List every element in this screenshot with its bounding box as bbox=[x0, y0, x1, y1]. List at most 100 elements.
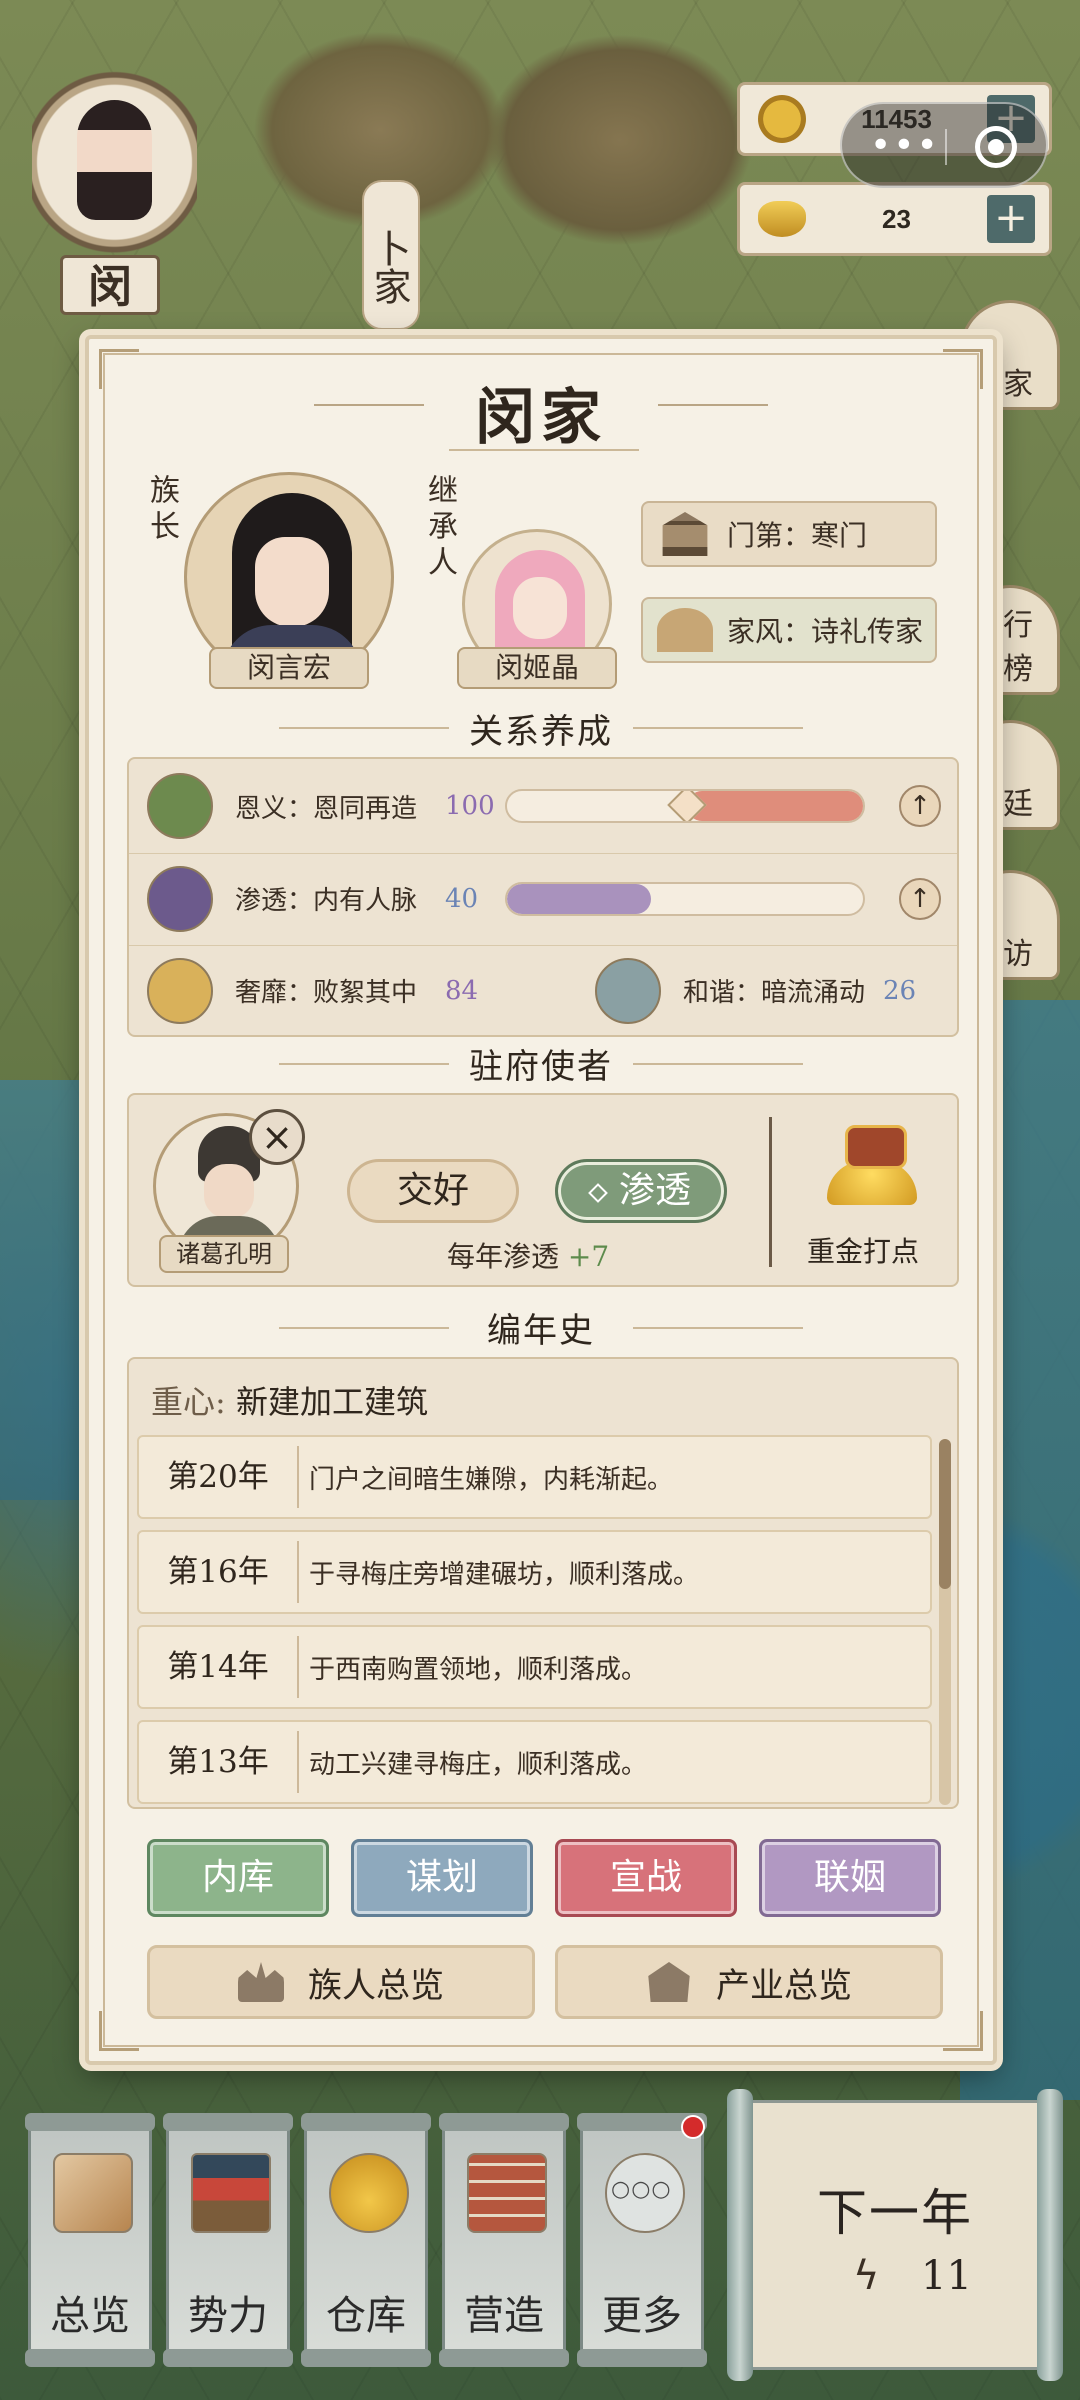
side-button-label: 家 bbox=[1003, 367, 1033, 402]
close-miniprogram-icon[interactable] bbox=[975, 126, 1017, 168]
chronicle-year: 第20年 bbox=[139, 1446, 299, 1508]
shop-icon bbox=[648, 1962, 690, 2002]
gold-ingot-icon bbox=[758, 201, 806, 237]
bricks-trowel-icon bbox=[467, 2153, 547, 2233]
focus-key: 重心: bbox=[151, 1383, 226, 1421]
chronicle-scrollbar[interactable] bbox=[939, 1439, 951, 1805]
nav-overview[interactable]: 总览 bbox=[25, 2113, 155, 2367]
chronicle-box: 重心: 新建加工建筑 第20年 门户之间暗生嫌隙，内耗渐起。 第16年 于寻梅庄… bbox=[127, 1357, 959, 1809]
clan-title: 闵家 bbox=[475, 383, 607, 453]
harmony-label: 和谐：暗流涌动 bbox=[683, 978, 866, 1008]
marriage-button[interactable]: 联姻 bbox=[759, 1839, 941, 1917]
members-overview-label: 族人总览 bbox=[308, 1965, 444, 2006]
energy-count: 11 bbox=[921, 2253, 972, 2299]
luxury-label: 奢靡：败絮其中 bbox=[235, 978, 418, 1008]
diamond-icon bbox=[588, 1183, 608, 1203]
more-icon bbox=[605, 2153, 685, 2233]
status-tag-label: 门第：寒门 bbox=[727, 519, 868, 552]
next-year-label: 下一年 bbox=[817, 2184, 973, 2242]
nav-label: 总览 bbox=[50, 2293, 130, 2339]
gold-counter: 23 + bbox=[737, 182, 1052, 256]
plan-button[interactable]: 谋划 bbox=[351, 1839, 533, 1917]
chronicle-entry: 第20年 门户之间暗生嫌隙，内耗渐起。 bbox=[137, 1435, 932, 1519]
chronicle-focus: 重心: 新建加工建筑 bbox=[151, 1377, 428, 1423]
treasure-chest-icon[interactable] bbox=[827, 1125, 917, 1205]
yearly-infiltration-value: +7 bbox=[567, 1240, 610, 1273]
custom-tag-label: 家风：诗礼传家 bbox=[727, 615, 924, 648]
chronicle-text: 动工兴建寻梅庄，顺利落成。 bbox=[309, 1749, 648, 1780]
envoy-header: 驻府使者 bbox=[469, 1047, 613, 1087]
nav-construction[interactable]: 营造 bbox=[439, 2113, 569, 2367]
gold-pile-icon bbox=[147, 957, 213, 1024]
relation-label: 渗透：内有人脉 bbox=[235, 886, 418, 916]
add-gold-button[interactable]: + bbox=[987, 195, 1035, 243]
clan-panel: 闵家 族长 闵言宏 继承人 闵姬晶 门第：寒门 家风：诗礼传家 关系养成 恩义：… bbox=[85, 335, 997, 2065]
harmony-value: 26 bbox=[883, 975, 917, 1006]
infiltration-bar-fill bbox=[507, 883, 651, 914]
lake bbox=[0, 1080, 90, 1500]
notification-dot bbox=[681, 2115, 705, 2139]
next-year-button[interactable]: 下一年 ϟ 11 bbox=[727, 2089, 1063, 2381]
treasury-button[interactable]: 内库 bbox=[147, 1839, 329, 1917]
gate-icon bbox=[662, 512, 708, 556]
lightning-icon: ϟ bbox=[853, 2253, 880, 2299]
player-avatar bbox=[77, 100, 152, 220]
relation-label: 恩义：恩同再造 bbox=[235, 793, 418, 824]
ninja-icon bbox=[147, 865, 213, 932]
chronicle-year: 第14年 bbox=[139, 1636, 299, 1698]
gold-value: 23 bbox=[882, 203, 911, 234]
favor-upgrade-button[interactable]: ↑ bbox=[899, 785, 941, 827]
nav-label: 势力 bbox=[188, 2293, 268, 2339]
nav-label: 更多 bbox=[602, 2293, 682, 2339]
side-button-label: 访 bbox=[1003, 937, 1033, 972]
relation-value: 100 bbox=[445, 791, 495, 821]
side-button-label: 行榜 bbox=[1003, 608, 1033, 687]
nav-forces[interactable]: 势力 bbox=[163, 2113, 293, 2367]
members-overview-button[interactable]: 族人总览 bbox=[147, 1945, 535, 2019]
relation-row-stats: 奢靡：败絮其中 84 和谐：暗流涌动 26 bbox=[129, 945, 957, 1035]
scrollbar-thumb[interactable] bbox=[939, 1439, 951, 1589]
industry-overview-label: 产业总览 bbox=[716, 1965, 852, 2006]
more-menu-icon[interactable]: ••• bbox=[870, 128, 940, 164]
bribe-label[interactable]: 重金打点 bbox=[807, 1230, 919, 1270]
envoy-box: 诸葛孔明 × 交好 渗透 每年渗透 +7 重金打点 bbox=[127, 1093, 959, 1287]
player-portrait[interactable] bbox=[32, 70, 197, 275]
infiltrate-label: 渗透 bbox=[618, 1170, 691, 1211]
luxury-value: 84 bbox=[445, 975, 479, 1006]
relations-header: 关系养成 bbox=[469, 712, 613, 752]
dismiss-envoy-button[interactable]: × bbox=[249, 1109, 305, 1165]
befriend-button[interactable]: 交好 bbox=[347, 1159, 519, 1223]
miniprogram-capsule[interactable]: ••• bbox=[840, 102, 1048, 188]
declare-war-button[interactable]: 宣战 bbox=[555, 1839, 737, 1917]
infiltrate-button[interactable]: 渗透 bbox=[555, 1159, 727, 1223]
chronicle-year: 第16年 bbox=[139, 1541, 299, 1603]
nav-warehouse[interactable]: 仓库 bbox=[301, 2113, 431, 2367]
fan-icon bbox=[657, 608, 713, 652]
head-label: 族长 bbox=[144, 474, 179, 546]
chronicle-entry: 第13年 动工兴建寻梅庄，顺利落成。 bbox=[137, 1720, 932, 1804]
nav-label: 仓库 bbox=[326, 2293, 406, 2339]
yearly-infiltration-label: 每年渗透 bbox=[447, 1240, 560, 1273]
chronicle-year: 第13年 bbox=[139, 1731, 299, 1793]
nav-label: 营造 bbox=[464, 2293, 544, 2339]
status-tag[interactable]: 门第：寒门 bbox=[641, 501, 937, 567]
custom-tag[interactable]: 家风：诗礼传家 bbox=[641, 597, 937, 663]
yearly-infiltration-note: 每年渗透 +7 bbox=[447, 1235, 609, 1275]
map-location-label[interactable]: 卜家 bbox=[362, 180, 420, 330]
relation-row-favor: 恩义：恩同再造 100 ↑ bbox=[129, 761, 957, 851]
infiltration-upgrade-button[interactable]: ↑ bbox=[899, 877, 941, 920]
chronicle-entry: 第14年 于西南购置领地，顺利落成。 bbox=[137, 1625, 932, 1709]
handshake-icon bbox=[147, 773, 213, 839]
nav-more[interactable]: 更多 bbox=[577, 2113, 707, 2367]
lotus-icon bbox=[595, 957, 661, 1024]
chronicle-text: 门户之间暗生嫌隙，内耗渐起。 bbox=[309, 1464, 674, 1495]
relation-value: 40 bbox=[445, 883, 479, 914]
people-icon bbox=[238, 1962, 284, 2002]
side-button-label: 廷 bbox=[1003, 787, 1033, 822]
industry-overview-button[interactable]: 产业总览 bbox=[555, 1945, 943, 2019]
coin-icon bbox=[758, 95, 806, 143]
scroll-brush-icon bbox=[53, 2153, 133, 2233]
money-bag-icon bbox=[329, 2153, 409, 2233]
relation-row-infiltration: 渗透：内有人脉 40 ↑ bbox=[129, 853, 957, 943]
chronicle-list[interactable]: 第20年 门户之间暗生嫌隙，内耗渐起。 第16年 于寻梅庄旁增建碾坊，顺利落成。… bbox=[137, 1435, 932, 1807]
